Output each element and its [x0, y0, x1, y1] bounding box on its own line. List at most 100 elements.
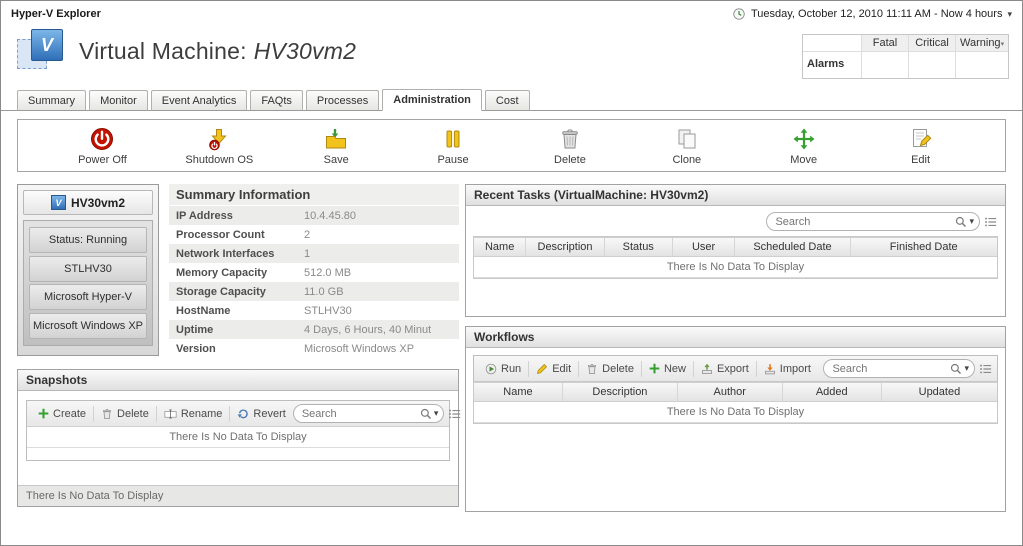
alarm-count-critical[interactable]: [908, 52, 955, 78]
col-name[interactable]: Name: [474, 238, 526, 256]
save-button[interactable]: Save: [278, 127, 395, 166]
snapshots-empty-message: There Is No Data To Display: [27, 427, 449, 448]
col-updated[interactable]: Updated: [882, 383, 997, 401]
list-options-icon[interactable]: [979, 363, 993, 375]
workflows-toolbar: Run Edit Delete New: [473, 355, 998, 381]
search-input[interactable]: [302, 408, 420, 420]
hyperv-explorer-page: Hyper-V Explorer Tuesday, October 12, 20…: [0, 0, 1023, 546]
vm-status: Status: Running: [29, 227, 147, 253]
edit-workflow-button[interactable]: Edit: [529, 361, 579, 377]
workflows-search: ▾: [823, 359, 975, 378]
recent-tasks-search: ▾: [766, 212, 980, 231]
new-workflow-button[interactable]: New: [642, 361, 694, 377]
vm-host[interactable]: STLHV30: [29, 256, 147, 282]
warning-caret-icon: ▾: [1001, 41, 1005, 48]
search-input[interactable]: [775, 216, 955, 228]
summary-row-hostname: HostNameSTLHV30: [169, 301, 459, 320]
search-options-caret[interactable]: ▾: [969, 216, 974, 227]
snapshots-search: ▾: [293, 404, 445, 423]
shutdown-os-button[interactable]: Shutdown OS: [161, 127, 278, 166]
col-user[interactable]: User: [673, 238, 736, 256]
workflows-body: Run Edit Delete New: [466, 348, 1005, 431]
alarms-value-row: Alarms: [803, 52, 1008, 78]
revert-snapshot-button[interactable]: Revert: [230, 406, 292, 422]
col-name[interactable]: Name: [474, 383, 563, 401]
summary-row-storage: Storage Capacity11.0 GB: [169, 282, 459, 301]
summary-rows: IP Address10.4.45.80 Processor Count2 Ne…: [169, 206, 459, 358]
alarms-summary: Fatal Critical Warning▾ Alarms: [802, 34, 1009, 79]
snapshots-title: Snapshots: [18, 370, 458, 391]
summary-row-network: Network Interfaces1: [169, 244, 459, 263]
tab-event-analytics[interactable]: Event Analytics: [151, 90, 248, 111]
alarm-count-fatal[interactable]: [861, 52, 908, 78]
tab-cost[interactable]: Cost: [485, 90, 530, 111]
action-label: Save: [324, 154, 349, 166]
col-author[interactable]: Author: [678, 383, 783, 401]
import-workflow-button[interactable]: Import: [757, 361, 818, 377]
recent-tasks-grid: Name Description Status User Scheduled D…: [473, 236, 998, 279]
run-workflow-button[interactable]: Run: [478, 361, 529, 377]
rename-snapshot-button[interactable]: Rename: [157, 406, 231, 422]
summary-row-ip: IP Address10.4.45.80: [169, 206, 459, 225]
summary-row-version: VersionMicrosoft Windows XP: [169, 339, 459, 358]
col-description[interactable]: Description: [563, 383, 678, 401]
vm-hypervisor: Microsoft Hyper-V: [29, 284, 147, 310]
workflows-grid: Name Description Author Added Updated Th…: [473, 381, 998, 424]
clone-button[interactable]: Clone: [628, 127, 745, 166]
tab-processes[interactable]: Processes: [306, 90, 379, 111]
search-options-caret[interactable]: ▾: [434, 408, 439, 419]
list-options-icon[interactable]: [448, 408, 462, 420]
alarm-count-warning[interactable]: [955, 52, 1008, 78]
snapshots-body: Create Delete Rename: [18, 391, 458, 461]
search-icon[interactable]: [420, 408, 432, 420]
time-range-selector[interactable]: Tuesday, October 12, 2010 11:11 AM - Now…: [732, 7, 1012, 21]
col-description[interactable]: Description: [526, 238, 604, 256]
shutdown-os-icon: [207, 127, 231, 151]
main-content: V HV30vm2 Status: Running STLHV30 Micros…: [1, 184, 1022, 512]
search-icon[interactable]: [955, 216, 967, 228]
search-input[interactable]: [832, 363, 950, 375]
summary-title: Summary Information: [169, 184, 459, 205]
action-label: Power Off: [78, 154, 127, 166]
power-off-button[interactable]: Power Off: [44, 127, 161, 166]
trash-icon: [586, 363, 598, 375]
col-finished-date[interactable]: Finished Date: [851, 238, 997, 256]
pause-button[interactable]: Pause: [395, 127, 512, 166]
tab-faqts[interactable]: FAQts: [250, 90, 303, 111]
create-snapshot-button[interactable]: Create: [31, 406, 94, 422]
col-status[interactable]: Status: [605, 238, 673, 256]
list-options-icon[interactable]: [984, 216, 998, 228]
trash-icon: [558, 127, 582, 151]
revert-icon: [237, 408, 249, 420]
vm-card-name: HV30vm2: [71, 196, 125, 210]
edit-button[interactable]: Edit: [862, 127, 979, 166]
tab-summary[interactable]: Summary: [17, 90, 86, 111]
left-column: V HV30vm2 Status: Running STLHV30 Micros…: [17, 184, 459, 512]
delete-snapshot-button[interactable]: Delete: [94, 406, 157, 422]
workflows-title: Workflows: [466, 327, 1005, 348]
action-label: Delete: [554, 154, 586, 166]
export-workflow-button[interactable]: Export: [694, 361, 757, 377]
vm-mini-icon: V: [51, 195, 66, 210]
col-added[interactable]: Added: [783, 383, 882, 401]
search-options-caret[interactable]: ▾: [964, 363, 969, 374]
top-bar: Hyper-V Explorer Tuesday, October 12, 20…: [1, 1, 1022, 23]
move-button[interactable]: Move: [745, 127, 862, 166]
tab-monitor[interactable]: Monitor: [89, 90, 148, 111]
workflows-panel: Workflows Run Edit Delete: [465, 326, 1006, 512]
delete-button[interactable]: Delete: [512, 127, 629, 166]
pencil-icon: [536, 363, 548, 375]
tab-administration[interactable]: Administration: [382, 89, 482, 111]
search-icon[interactable]: [950, 363, 962, 375]
vm-name: HV30vm2: [254, 38, 356, 64]
chevron-down-icon[interactable]: ▾: [1007, 9, 1012, 20]
action-label: Shutdown OS: [185, 154, 253, 166]
delete-workflow-button[interactable]: Delete: [579, 361, 642, 377]
col-scheduled-date[interactable]: Scheduled Date: [735, 238, 850, 256]
app-title: Hyper-V Explorer: [11, 8, 101, 20]
action-label: Move: [790, 154, 817, 166]
page-title-prefix: Virtual Machine:: [79, 38, 247, 64]
recent-tasks-panel: Recent Tasks (VirtualMachine: HV30vm2) ▾…: [465, 184, 1006, 317]
alarms-row-label: Alarms: [803, 52, 861, 78]
vm-card-header: V HV30vm2: [23, 190, 153, 215]
